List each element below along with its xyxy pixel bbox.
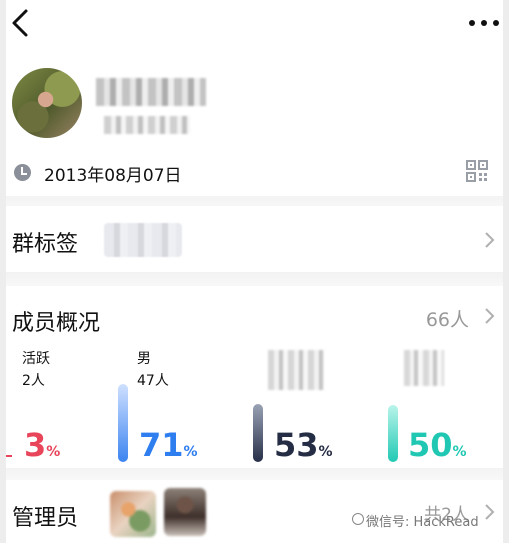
group-tag-value-blurred[interactable] (104, 223, 182, 257)
stat-third-label-blurred (268, 350, 324, 390)
group-id-blurred (104, 116, 190, 134)
more-icon[interactable] (469, 18, 499, 28)
stat-active-percent: 3% (24, 426, 61, 464)
stat-male-labels: 男 47人 (137, 348, 169, 392)
stat-male-percent: 71% (139, 426, 198, 464)
admin-avatar[interactable] (164, 488, 206, 536)
section-divider (6, 272, 503, 286)
qr-code-icon[interactable] (466, 160, 488, 182)
stat-third-percent: 53% (274, 426, 333, 464)
group-avatar[interactable] (12, 68, 82, 138)
back-arrow-icon[interactable] (8, 8, 34, 38)
watermark-text: 微信号: HackRead (366, 515, 479, 530)
stat-fourth-label-blurred (404, 350, 444, 386)
stat-third-bar (253, 404, 263, 462)
chevron-right-icon[interactable] (483, 231, 495, 249)
stat-male-count: 47人 (137, 373, 169, 389)
members-overview-title[interactable]: 成员概况 (12, 305, 100, 337)
group-name-blurred (96, 78, 206, 106)
admins-title[interactable]: 管理员 (12, 500, 78, 532)
group-tag-label[interactable]: 群标签 (12, 226, 78, 258)
stat-active-count: 2人 (22, 373, 45, 389)
section-divider (6, 468, 503, 480)
group-info-screen: 2013年08月07日 群标签 成员概况 66人 活跃 2人 3% 男 47人 … (6, 0, 503, 543)
stat-male-label: 男 (137, 351, 151, 367)
stat-male-bar (118, 384, 128, 462)
chevron-right-icon[interactable] (483, 307, 495, 325)
clock-icon (14, 164, 31, 181)
created-date: 2013年08月07日 (44, 166, 182, 186)
stat-fourth-percent: 50% (408, 426, 467, 464)
admin-avatar[interactable] (110, 491, 156, 537)
members-count[interactable]: 66人 (426, 305, 469, 332)
active-indicator (6, 455, 12, 457)
chevron-right-icon[interactable] (483, 503, 495, 521)
stat-fourth-bar (388, 405, 398, 462)
stat-active-label: 活跃 (22, 351, 50, 367)
section-divider (6, 196, 503, 206)
stat-active-labels: 活跃 2人 (22, 348, 50, 392)
wechat-icon (352, 513, 364, 525)
